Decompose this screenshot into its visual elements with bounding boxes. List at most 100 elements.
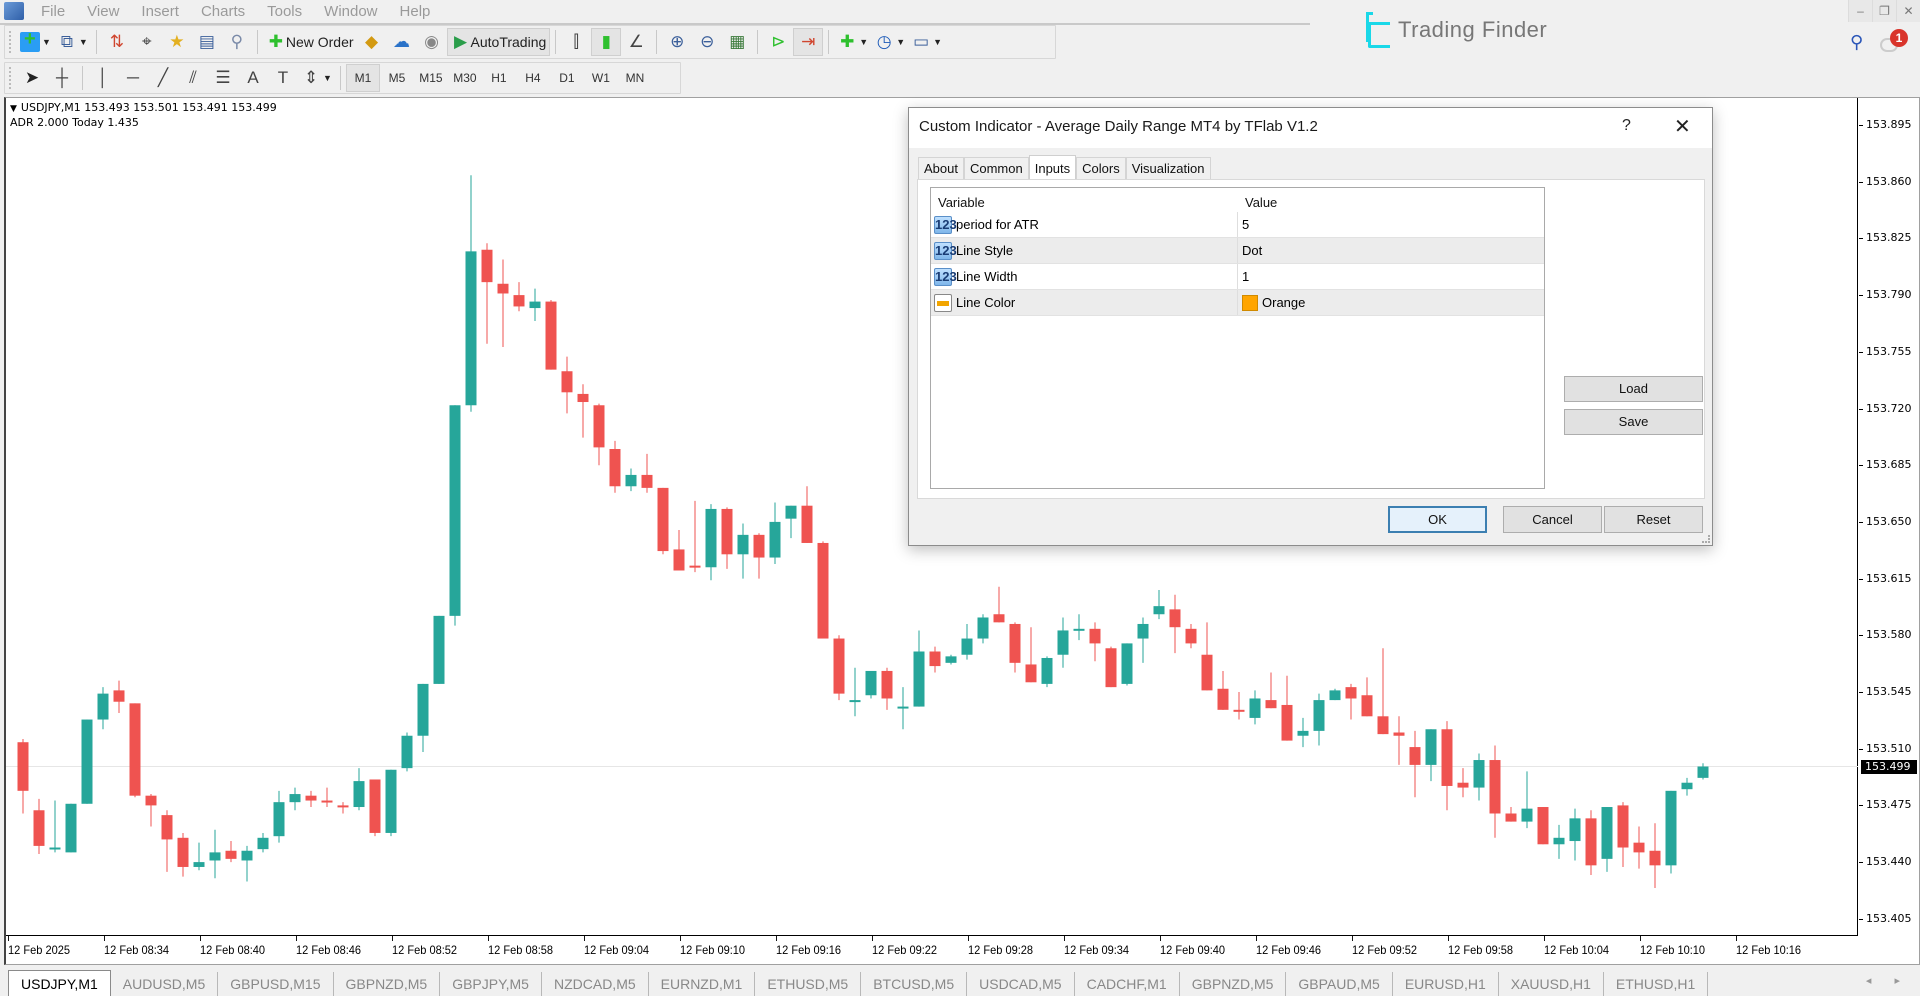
bar-chart-button[interactable]: ⫿ [561, 28, 591, 56]
value-field[interactable]: Dot [1238, 243, 1262, 258]
toolbar-grip[interactable] [9, 31, 13, 53]
save-button[interactable]: Save [1564, 409, 1703, 435]
tile-windows-button[interactable]: ▦ [722, 28, 752, 56]
close-window-button[interactable]: ✕ [1896, 0, 1920, 22]
symbol-tab[interactable]: GBPNZD,M5 [1180, 972, 1287, 996]
value-field[interactable]: 5 [1238, 217, 1249, 232]
value-field[interactable]: 1 [1238, 269, 1249, 284]
strategy-tester-button[interactable]: ⚲ [222, 28, 252, 56]
bullish-candle [529, 288, 541, 322]
menu-insert[interactable]: Insert [130, 3, 190, 20]
tab-about[interactable]: About [918, 157, 964, 179]
text-label-button[interactable]: T [268, 64, 298, 92]
color-value-field[interactable]: Orange [1238, 294, 1305, 311]
symbol-tab[interactable]: CADCHF,M1 [1075, 972, 1180, 996]
price-axis[interactable]: 153.895 153.860 153.825 153.790 153.755 153.7… [1859, 98, 1920, 938]
line-chart-button[interactable]: ∠ [621, 28, 651, 56]
menu-help[interactable]: Help [389, 3, 442, 20]
candlestick-button[interactable]: ▮ [591, 28, 622, 56]
fibonacci-button[interactable]: ☰ [208, 64, 238, 92]
arrows-button[interactable]: ⇕ ▼ [298, 64, 335, 92]
menu-window[interactable]: Window [313, 3, 388, 20]
symbol-tab[interactable]: USDJPY,M1 [8, 970, 111, 996]
templates-button[interactable]: ▭ ▼ [908, 28, 945, 56]
timeframe-w1[interactable]: W1 [584, 64, 618, 92]
input-row-line-style[interactable]: 123 Line Style Dot [931, 238, 1544, 264]
trendline-button[interactable]: ╱ [148, 64, 178, 92]
timeframe-m15[interactable]: M15 [414, 64, 448, 92]
symbol-tab[interactable]: BTCUSD,M5 [861, 972, 968, 996]
menu-charts[interactable]: Charts [190, 3, 256, 20]
symbol-tab[interactable]: ETHUSD,H1 [1604, 972, 1709, 996]
new-chart-button[interactable]: ▼ [17, 28, 54, 56]
market-button[interactable]: ◉ [417, 28, 447, 56]
ok-button[interactable]: OK [1388, 506, 1487, 533]
reset-button[interactable]: Reset [1604, 506, 1703, 533]
tab-inputs[interactable]: Inputs [1028, 155, 1077, 180]
terminal-button[interactable]: ▤ [192, 28, 222, 56]
minimize-button[interactable]: – [1848, 0, 1872, 22]
symbol-tab[interactable]: NZDCAD,M5 [542, 972, 649, 996]
profiles-button[interactable]: ⧉ ▼ [54, 28, 91, 56]
timeframe-m1[interactable]: M1 [345, 64, 380, 92]
cancel-button[interactable]: Cancel [1503, 506, 1602, 533]
bearish-candle [1025, 627, 1037, 683]
toolbar-grip[interactable] [9, 67, 13, 89]
symbol-tab[interactable]: GBPJPY,M5 [440, 972, 542, 996]
timeframe-d1[interactable]: D1 [550, 64, 584, 92]
vertical-line-button[interactable]: │ [88, 64, 118, 92]
periods-button[interactable]: ◷ ▼ [871, 28, 908, 56]
candle-body [385, 769, 397, 833]
symbol-tab[interactable]: ETHUSD,M5 [755, 972, 862, 996]
help-button[interactable]: ? [1622, 117, 1631, 135]
symbol-tab[interactable]: EURUSD,H1 [1393, 972, 1499, 996]
symbol-tab[interactable]: EURNZD,M1 [649, 972, 756, 996]
autotrading-button[interactable]: ▶ AutoTrading [446, 28, 551, 56]
load-button[interactable]: Load [1564, 376, 1703, 402]
symbol-tab[interactable]: XAUUSD,H1 [1499, 972, 1604, 996]
zoom-out-button[interactable]: ⊖ [692, 28, 722, 56]
input-row-line-width[interactable]: 123 Line Width 1 [931, 264, 1544, 290]
signals-button[interactable]: ☁ [387, 28, 417, 56]
metaeditor-button[interactable]: ◆ [357, 28, 387, 56]
restore-button[interactable]: ❐ [1872, 0, 1896, 22]
tab-scroll-arrows[interactable]: ◂ ▸ [1866, 974, 1910, 987]
zoom-in-button[interactable]: ⊕ [662, 28, 692, 56]
timeframe-h4[interactable]: H4 [516, 64, 550, 92]
autoscroll-button[interactable]: ⇥ [793, 28, 824, 56]
symbol-tab[interactable]: GBPNZD,M5 [334, 972, 441, 996]
cursor-button[interactable]: ➤ [17, 64, 47, 92]
input-row-period[interactable]: 123 period for ATR 5 [931, 212, 1544, 238]
crosshair-button[interactable]: ┼ [47, 64, 77, 92]
tab-common[interactable]: Common [963, 157, 1029, 179]
timeframe-m5[interactable]: M5 [380, 64, 414, 92]
caret-down-icon[interactable]: ▼ [10, 104, 17, 114]
symbol-tab[interactable]: GBPUSD,M15 [218, 972, 334, 996]
symbol-tab[interactable]: AUDUSD,M5 [111, 972, 219, 996]
tab-visualization[interactable]: Visualization [1125, 157, 1211, 179]
new-order-button[interactable]: ✚ New Order [263, 28, 357, 56]
timeframe-m30[interactable]: M30 [448, 64, 482, 92]
data-window-button[interactable]: ⌖ [132, 28, 162, 56]
dialog-title-bar[interactable]: Custom Indicator - Average Daily Range M… [909, 108, 1712, 148]
menu-view[interactable]: View [76, 3, 130, 20]
symbol-tab[interactable]: GBPAUD,M5 [1286, 972, 1393, 996]
timeframe-mn[interactable]: MN [618, 64, 652, 92]
text-button[interactable]: A [238, 64, 268, 92]
equidistant-channel-button[interactable]: ⫽ [178, 64, 208, 92]
symbol-tab[interactable]: USDCAD,M5 [967, 972, 1075, 996]
indicators-button[interactable]: ✚ ▼ [834, 28, 871, 56]
market-watch-button[interactable]: ⇅ [102, 28, 132, 56]
menu-file[interactable]: File [30, 3, 76, 20]
navigator-button[interactable]: ★ [162, 28, 192, 56]
tab-colors[interactable]: Colors [1076, 157, 1126, 179]
horizontal-line-button[interactable]: ─ [118, 64, 148, 92]
close-dialog-button[interactable]: ✕ [1674, 114, 1691, 139]
search-icon[interactable]: ⚲ [1850, 32, 1863, 53]
chart-shift-button[interactable]: ⊳ [763, 28, 793, 56]
input-row-line-color[interactable]: Line Color Orange [931, 290, 1544, 316]
timeframe-h1[interactable]: H1 [482, 64, 516, 92]
menu-tools[interactable]: Tools [256, 3, 313, 20]
resize-grip-icon[interactable] [1702, 535, 1710, 543]
time-axis[interactable]: 12 Feb 2025 12 Feb 08:34 12 Feb 08:40 12 Fe… [6, 936, 1858, 962]
